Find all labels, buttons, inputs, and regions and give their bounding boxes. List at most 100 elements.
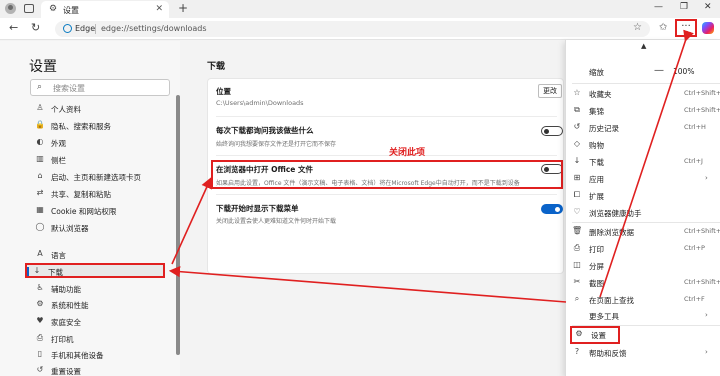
search-input[interactable]: ⌕ 搜索设置 [30,79,170,96]
ask-download-toggle[interactable] [541,126,563,136]
address-bar[interactable]: Edge edge://settings/downloads ☆ [55,21,650,37]
menu-item-shortcut: Ctrl+H [684,123,706,131]
office-setting-highlight [211,160,563,189]
sidebar-item-share[interactable]: ⇄ 共享、复制和粘贴 [30,187,170,202]
reset-icon: ↺ [36,365,44,374]
sidebar-item-startup[interactable]: ⌂ 启动、主页和新建选项卡页 [30,170,170,185]
menu-item-find[interactable]: ⌕ 在页面上查找 Ctrl+F [566,291,720,308]
health-icon: ♡ [573,207,581,216]
close-window-icon[interactable]: ✕ [704,2,712,12]
sidebar-item-label: 启动、主页和新建选项卡页 [51,173,141,182]
sidebar-item-printers[interactable]: ⎙ 打印机 [30,332,170,347]
restore-icon[interactable]: ❐ [680,2,688,12]
sidebar-item-accessibility[interactable]: ♿ 辅助功能 [30,282,170,297]
zoom-row: 缩放 — 100% [566,65,720,79]
sidebar-item-phone[interactable]: ▯ 手机和其他设备 [30,348,170,363]
menu-item-help[interactable]: ? 帮助和反馈 › [566,344,720,361]
sidebar-item-downloads[interactable]: ↓ 下载 [25,263,165,278]
menu-item-settings[interactable]: ⚙ 设置 [570,326,620,344]
menu-item-downloads[interactable]: ↓ 下载 Ctrl+J [566,153,720,170]
tab-settings[interactable]: ⚙ 设置 ✕ [41,1,169,18]
system-icon: ⚙ [36,299,44,308]
menu-item-label: 应用 [589,175,604,184]
menu-item-label: 分屏 [589,262,604,271]
navigation-bar: ← ↻ Edge edge://settings/downloads ☆ ✩ ·… [0,18,720,40]
sidebar-item-label: 默认浏览器 [51,224,89,233]
ask-download-description: 始终询问我想要保存文件还是打开它而不保存 [216,141,337,148]
minimize-icon[interactable]: — [654,2,663,12]
menu-item-screenshot[interactable]: ✂ 截图 Ctrl+Shift+S [566,274,720,291]
sidebar-item-label: 个人资料 [51,105,81,114]
home-icon: ⌂ [37,171,43,180]
person-icon: ♙ [36,103,44,112]
divider [216,155,557,156]
address-divider [95,24,96,34]
search-icon: ⌕ [37,82,43,92]
menu-item-more-tools[interactable]: 更多工具 › [566,307,720,324]
sidebar-item-label: 家庭安全 [51,318,81,327]
ask-download-label: 每次下载都询问我该做些什么 [216,126,314,135]
zoom-out-button[interactable]: — [654,65,664,76]
chevron-right-icon: › [705,348,708,356]
add-favorite-icon[interactable]: ☆ [633,22,642,33]
settings-sidebar: 设置 ⌕ 搜索设置 ♙ 个人资料 🔒 隐私、搜索和服务 ◐ 外观 ▥ 侧栏 ⌂ 启动、主页… [0,41,180,376]
address-site-label: Edge [75,24,96,33]
sidebar-item-reset[interactable]: ↺ 重置设置 [30,364,170,376]
sidebar-item-cookies[interactable]: ▦ Cookie 和网站权限 [30,204,170,219]
more-button[interactable]: ··· [675,19,697,37]
menu-item-extensions[interactable]: ⧠ 扩展 [566,187,720,204]
sidebar-item-default-browser[interactable]: ◯ 默认浏览器 [30,221,170,236]
menu-item-print[interactable]: ⎙ 打印 Ctrl+P [566,240,720,257]
divider [216,194,557,195]
sidebar-item-family[interactable]: ♥ 家庭安全 [30,315,170,330]
sidebar-scrollbar[interactable] [176,95,180,355]
sidebar-item-privacy[interactable]: 🔒 隐私、搜索和服务 [30,119,170,134]
more-menu: ▲ 缩放 — 100% ☆ 收藏夹 Ctrl+Shift+O ⧉ 集锦 Ctrl+Shi… [565,40,720,376]
menu-item-apps[interactable]: ⊞ 应用 › [566,170,720,187]
menu-item-label: 设置 [591,331,606,340]
refresh-icon[interactable]: ↻ [31,21,40,34]
family-icon: ♥ [36,316,44,325]
sidebar-item-label: 隐私、搜索和服务 [51,122,111,131]
menu-item-clear-data[interactable]: 🗑 删除浏览数据 Ctrl+Shift+Delete [566,223,720,240]
sidebar-item-system[interactable]: ⚙ 系统和性能 [30,298,170,313]
menu-item-label: 收藏夹 [589,90,612,99]
new-tab-button[interactable]: + [178,1,188,15]
menu-item-collections[interactable]: ⧉ 集锦 Ctrl+Shift+Y [566,102,720,119]
page-title: 下载 [207,62,226,72]
phone-icon: ▯ [37,349,43,358]
sidebar-item-label: 系统和性能 [51,301,89,310]
search-placeholder: 搜索设置 [53,84,85,93]
cookie-icon: ▦ [36,205,44,214]
sidebar-item-label: 手机和其他设备 [51,351,104,360]
menu-item-history[interactable]: ↺ 历史记录 Ctrl+H [566,119,720,136]
sidebar-item-label: 侧栏 [51,156,66,165]
sidebar-item-appearance[interactable]: ◐ 外观 [30,136,170,151]
sidebar-item-language[interactable]: A 语言 [30,248,170,263]
menu-item-shortcut: Ctrl+F [684,295,705,303]
back-icon[interactable]: ← [9,21,18,34]
zoom-value: 100% [673,67,695,76]
favorites-icon[interactable]: ✩ [659,22,667,33]
close-icon[interactable]: ✕ [155,4,163,14]
menu-item-favorites[interactable]: ☆ 收藏夹 Ctrl+Shift+O [566,85,720,102]
menu-item-label: 帮助和反馈 [589,349,627,358]
menu-item-split-screen[interactable]: ◫ 分屏 [566,257,720,274]
tab-actions-icon[interactable] [24,4,34,13]
menu-item-browser-health[interactable]: ♡ 浏览器健康助手 [566,204,720,221]
profile-avatar[interactable] [5,3,16,14]
browser-icon: ◯ [35,222,45,231]
show-menu-toggle[interactable] [541,204,563,214]
sidebar-item-label: 外观 [51,139,66,148]
menu-item-shopping[interactable]: ◇ 购物 [566,136,720,153]
copilot-icon[interactable] [702,22,714,34]
change-location-button[interactable]: 更改 [538,84,562,98]
sidebar-item-profile[interactable]: ♙ 个人资料 [30,102,170,117]
menu-caret: ▲ [641,42,647,50]
sidebar-item-sidebar[interactable]: ▥ 侧栏 [30,153,170,168]
sidebar-icon: ▥ [36,154,44,163]
address-url[interactable]: edge://settings/downloads [101,24,207,33]
menu-item-shortcut: Ctrl+Shift+S [684,278,720,286]
chevron-right-icon: › [705,174,708,182]
menu-item-label: 历史记录 [589,124,619,133]
